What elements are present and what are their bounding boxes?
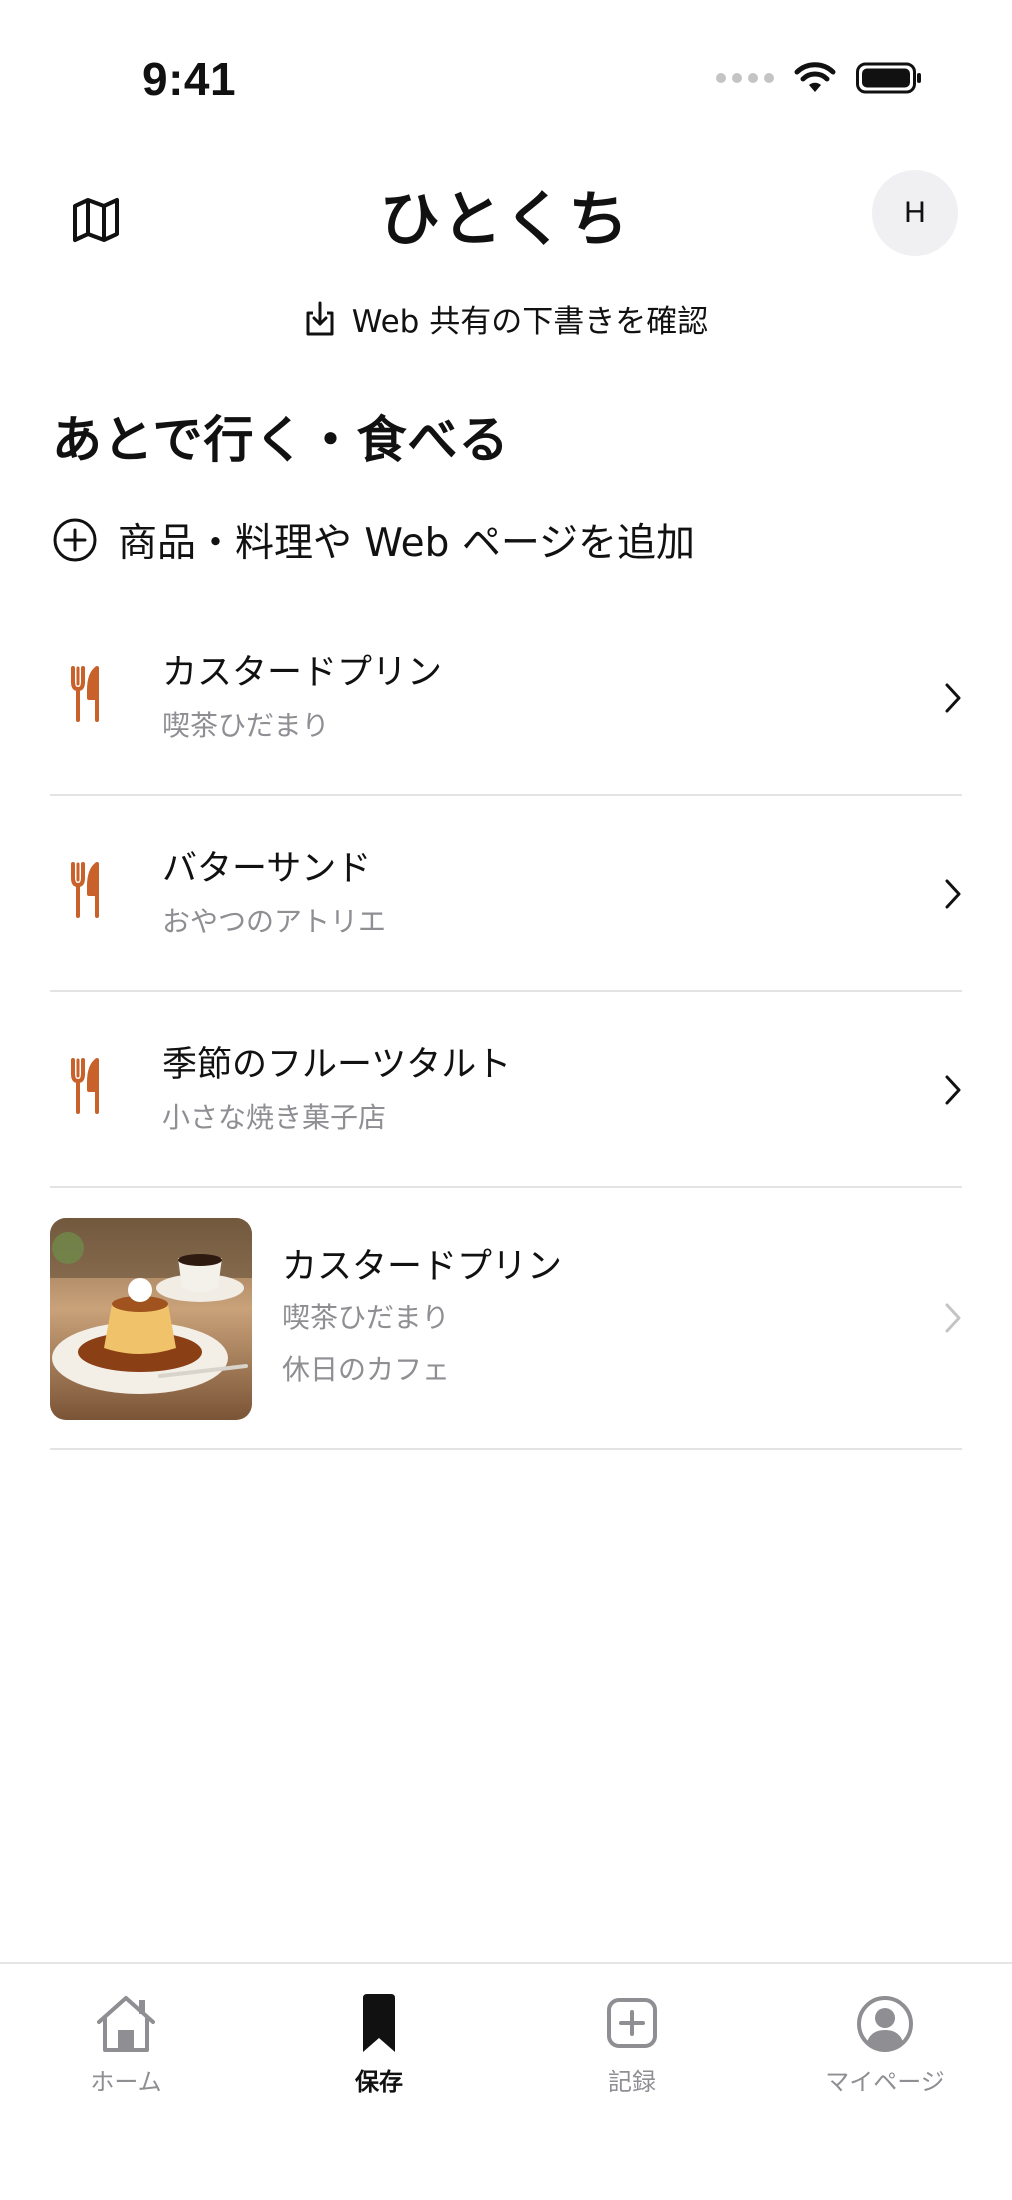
item-title: カスタードプリン xyxy=(282,1247,563,1287)
tab-record-label: 記録 xyxy=(608,2068,656,2096)
saved-list: カスタードプリン 喫茶ひだまり バターサンド おやつのアトリエ 季節のフルーツタ… xyxy=(50,600,962,1450)
item-title: カスタードプリン xyxy=(162,653,443,693)
item-shop: 小さな焼き菓子店 xyxy=(162,1101,387,1134)
plus-circle-icon xyxy=(53,518,97,562)
item-collection: 休日のカフェ xyxy=(282,1353,451,1386)
app-header: ひとくち H xyxy=(0,160,1012,270)
tab-saved[interactable]: 保存 xyxy=(279,1992,479,2097)
cellular-signal-icon xyxy=(716,73,774,83)
item-title: バターサンド xyxy=(162,849,372,889)
web-share-draft-link[interactable]: Web 共有の下書きを確認 xyxy=(0,296,1012,341)
status-icons xyxy=(716,58,922,98)
section-title: あとで行く・食べる xyxy=(52,411,510,469)
pudding-photo xyxy=(50,1218,252,1420)
battery-icon xyxy=(856,62,921,94)
status-time: 9:41 xyxy=(142,53,237,105)
item-shop: 喫茶ひだまり xyxy=(162,709,330,742)
app-title: ひとくち xyxy=(379,185,633,255)
list-item[interactable]: バターサンド おやつのアトリエ xyxy=(50,796,962,992)
download-tray-icon xyxy=(306,301,334,335)
wifi-icon xyxy=(794,62,836,92)
list-item[interactable]: カスタードプリン 喫茶ひだまり xyxy=(50,600,962,796)
list-item[interactable]: 季節のフルーツタルト 小さな焼き菓子店 xyxy=(50,992,962,1188)
tab-mypage-label: マイページ xyxy=(825,2068,945,2096)
avatar-button[interactable]: H xyxy=(872,170,958,256)
bookmark-icon xyxy=(363,1994,395,2052)
status-bar: 9:41 xyxy=(0,0,1012,140)
tab-record[interactable]: 記録 xyxy=(532,1992,732,2097)
tab-home[interactable]: ホーム xyxy=(26,1992,226,2097)
chevron-right-icon xyxy=(945,879,961,909)
chevron-right-icon xyxy=(945,1075,961,1105)
tab-home-label: ホーム xyxy=(90,2068,162,2096)
person-circle-icon xyxy=(857,1996,913,2052)
tab-mypage[interactable]: マイページ xyxy=(785,1992,985,2097)
item-shop: おやつのアトリエ xyxy=(162,905,387,938)
item-shop: 喫茶ひだまり xyxy=(282,1301,450,1334)
tab-bar: ホーム 保存 記録 マイページ xyxy=(0,1962,1012,2200)
web-share-draft-label: Web 共有の下書きを確認 xyxy=(351,304,709,340)
add-item-button[interactable]: 商品・料理や Web ページを追加 xyxy=(52,512,695,568)
chevron-right-icon xyxy=(945,683,961,713)
fork-knife-icon xyxy=(71,666,99,722)
list-item-with-photo[interactable]: カスタードプリン 喫茶ひだまり 休日のカフェ xyxy=(50,1188,962,1450)
chevron-right-icon xyxy=(945,1303,961,1333)
fork-knife-icon xyxy=(71,1058,99,1114)
item-title: 季節のフルーツタルト xyxy=(162,1045,512,1085)
tab-saved-label: 保存 xyxy=(355,2068,403,2096)
house-icon xyxy=(97,1996,155,2052)
add-item-label: 商品・料理や Web ページを追加 xyxy=(118,521,696,566)
plus-square-icon xyxy=(607,1998,657,2048)
fork-knife-icon xyxy=(71,862,99,918)
